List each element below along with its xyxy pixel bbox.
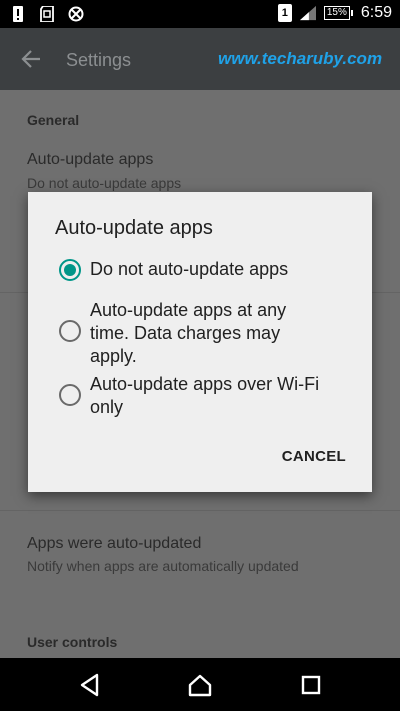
- option-label: Auto-update apps at any time. Data charg…: [90, 300, 287, 366]
- radio-button-selected[interactable]: [59, 259, 81, 281]
- option-auto-update-wifi[interactable]: Auto-update apps over Wi-Fi only: [59, 373, 330, 419]
- option-do-not-auto-update[interactable]: Do not auto-update apps: [59, 258, 330, 281]
- pref-auto-update-title[interactable]: Auto-update apps: [27, 151, 153, 169]
- clock: 6:59: [360, 4, 392, 21]
- no-sync-icon: [68, 6, 84, 22]
- toolbar: Settings www.techaruby.com: [0, 28, 400, 90]
- pref-auto-updated-summary: Notify when apps are automatically updat…: [27, 558, 299, 574]
- dialog-title: Auto-update apps: [55, 217, 213, 239]
- battery-tip: [350, 10, 353, 16]
- section-header-user-controls: User controls: [27, 634, 118, 650]
- sd-card-icon: [39, 6, 55, 22]
- signal-icon: [299, 5, 316, 21]
- battery-label: 15%: [323, 6, 350, 20]
- status-bar-left-icons: [10, 6, 84, 22]
- radio-button[interactable]: [59, 384, 81, 406]
- back-arrow-icon[interactable]: [20, 48, 42, 70]
- status-bar: 1 15% 6:59: [0, 0, 400, 28]
- pref-auto-update-summary: Do not auto-update apps: [27, 175, 182, 191]
- back-icon[interactable]: [77, 672, 103, 698]
- section-header-general: General: [27, 112, 80, 128]
- pref-auto-updated-title[interactable]: Apps were auto-updated: [27, 535, 201, 553]
- cancel-button[interactable]: CANCEL: [282, 448, 346, 465]
- radio-button[interactable]: [59, 320, 81, 342]
- auto-update-dialog: Auto-update apps Do not auto-update apps…: [28, 192, 372, 492]
- option-auto-update-any-time[interactable]: Auto-update apps at any time. Data charg…: [59, 299, 330, 368]
- alert-icon: [10, 6, 26, 22]
- watermark: www.techaruby.com: [218, 49, 383, 68]
- option-label: Do not auto-update apps: [90, 259, 289, 279]
- page-title: Settings: [66, 50, 132, 70]
- option-label: Auto-update apps over Wi-Fi only: [90, 374, 320, 417]
- recent-apps-icon[interactable]: [298, 672, 324, 698]
- status-bar-right-icons: 1 15% 6:59: [277, 4, 392, 22]
- battery-icon: 15%: [323, 6, 353, 20]
- home-icon[interactable]: [187, 672, 213, 698]
- divider: [0, 510, 400, 511]
- sim-indicator: 1: [277, 4, 292, 22]
- navigation-bar: [0, 658, 400, 711]
